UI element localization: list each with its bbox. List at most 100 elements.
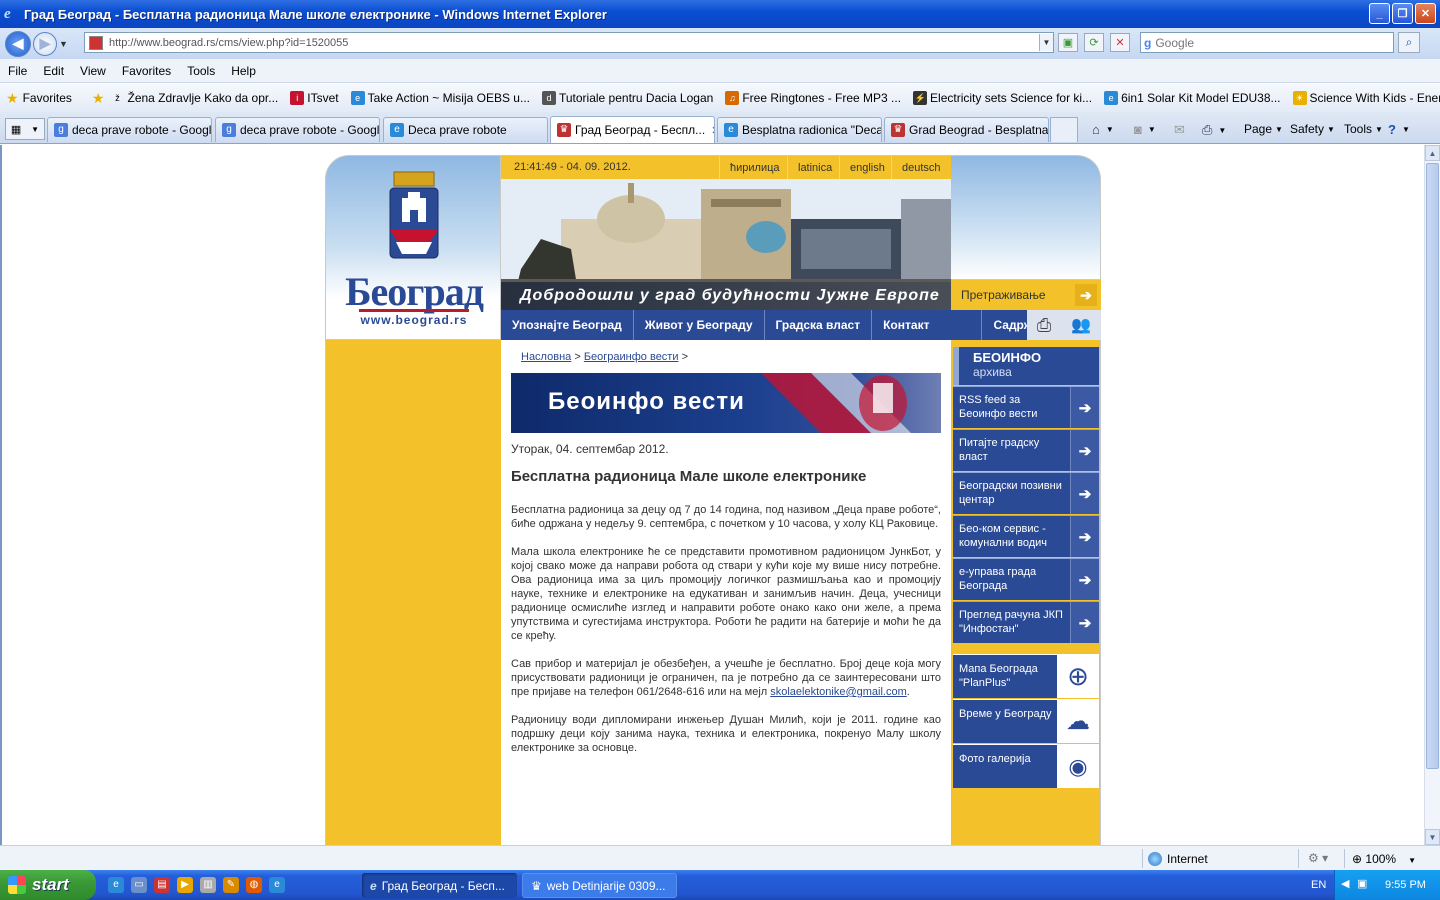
favorite-link[interactable]: ♫ Free Ringtones - Free MP3 ...	[725, 91, 901, 105]
quicklaunch-firefox-icon[interactable]: ◍	[246, 877, 262, 893]
address-input[interactable]	[109, 36, 1039, 49]
sidebar-item-infostan[interactable]: Преглед рачуна ЈКП "Инфостан" ➔	[953, 601, 1099, 643]
favorite-link[interactable]: e Take Action ~ Misija OEBS u...	[350, 91, 530, 105]
favorite-link[interactable]: e 6in1 Solar Kit Model EDU38...	[1104, 91, 1281, 105]
itsvet-icon: i	[290, 91, 305, 105]
add-to-favorites-icon[interactable]: ★	[92, 90, 105, 107]
quicklaunch-tool-icon[interactable]: ✎	[223, 877, 239, 893]
quicklaunch-media-icon[interactable]: ▶	[177, 877, 193, 893]
recent-pages-dropdown[interactable]: ▼	[59, 39, 71, 49]
favorite-link[interactable]: ⚡ Electricity sets Science for ki...	[913, 91, 1092, 105]
tray-icon[interactable]: ◀	[1341, 877, 1349, 890]
protected-mode-icon[interactable]: ⚙ ▾	[1308, 851, 1328, 865]
nav-kontakt[interactable]: Контакт	[872, 310, 983, 340]
favorite-link[interactable]: d Tutoriale pentru Dacia Logan	[541, 91, 713, 105]
beoinfo-archive-header[interactable]: БЕОИНФО архива	[953, 347, 1099, 385]
lang-english[interactable]: english	[839, 156, 895, 180]
language-indicator[interactable]: EN	[1311, 879, 1326, 891]
quick-tabs-button[interactable]: ▦ ▼	[5, 118, 45, 140]
read-mail-button[interactable]: ✉	[1174, 122, 1188, 138]
nav-gradska-vlast[interactable]: Градска власт	[765, 310, 873, 340]
sidebar-item-foto-galerija[interactable]: Фото галерија ◉	[953, 744, 1099, 788]
site-search-link[interactable]: Претраживање ➔	[951, 280, 1101, 310]
users-icon[interactable]: 👥	[1071, 315, 1091, 335]
address-dropdown-icon[interactable]: ▼	[1039, 34, 1053, 51]
site-logo-area[interactable]: Београд www.beograd.rs	[325, 155, 501, 340]
quicklaunch-app-icon[interactable]: ▤	[154, 877, 170, 893]
printer-icon[interactable]: ⎙	[1037, 315, 1051, 336]
new-tab-button[interactable]	[1050, 117, 1078, 142]
tab-grad-beograd-active[interactable]: ♛Град Београд - Беспл...✕	[550, 116, 715, 143]
menu-tools[interactable]: Tools	[179, 64, 223, 78]
forward-button[interactable]: ▶	[33, 31, 57, 56]
help-menu-button[interactable]: ? ▼	[1388, 122, 1410, 137]
page-menu-button[interactable]: Page ▼	[1244, 122, 1283, 136]
favorite-link[interactable]: i ITsvet	[290, 91, 339, 105]
minimize-button[interactable]: _	[1369, 3, 1390, 24]
search-go-icon[interactable]: ⌕	[1398, 32, 1420, 53]
favorites-star-icon[interactable]: ★	[6, 90, 19, 107]
sidebar-item-pitajte[interactable]: Питајте градску власт ➔	[953, 429, 1099, 471]
taskbar-detinjarije-window[interactable]: ♛ web Detinjarije 0309...	[522, 873, 677, 898]
compatibility-view-icon[interactable]: ▣	[1058, 33, 1078, 52]
sidebar-item-pozivni-centar[interactable]: Београдски позивни центар ➔	[953, 472, 1099, 514]
breadcrumb-home-link[interactable]: Насловна	[521, 351, 571, 363]
scroll-up-icon[interactable]: ▲	[1425, 145, 1440, 161]
lang-latinica[interactable]: latinica	[787, 156, 842, 180]
quicklaunch-ie-icon[interactable]: e	[108, 877, 124, 893]
sidebar-item-mapa[interactable]: Мапа Београда "PlanPlus" ⊕	[953, 654, 1099, 698]
home-button[interactable]: ⌂ ▼	[1092, 122, 1114, 137]
quicklaunch-desktop-icon[interactable]: ▭	[131, 877, 147, 893]
tab-google-2[interactable]: g deca prave robote - Googl...	[215, 117, 380, 142]
menu-edit[interactable]: Edit	[35, 64, 72, 78]
lang-deutsch[interactable]: deutsch	[891, 156, 951, 180]
quicklaunch-ie2-icon[interactable]: e	[269, 877, 285, 893]
scroll-down-icon[interactable]: ▼	[1425, 829, 1440, 845]
menu-file[interactable]: File	[0, 64, 35, 78]
zoom-level[interactable]: ⊕ 100% ▼	[1352, 852, 1416, 866]
quicklaunch-doc-icon[interactable]: ▥	[200, 877, 216, 893]
vertical-scrollbar[interactable]: ▲ ▼	[1424, 145, 1440, 845]
menu-help[interactable]: Help	[223, 64, 264, 78]
address-bar[interactable]: ▼	[84, 32, 1054, 53]
sidebar-item-vreme[interactable]: Време у Београду ☁	[953, 699, 1099, 743]
tools-menu-button[interactable]: Tools ▼	[1344, 122, 1383, 136]
tab-grad-beograd-latin[interactable]: ♛ Grad Beograd - Besplatna ...	[884, 117, 1049, 142]
window-titlebar[interactable]: e Град Београд - Бесплатна радионица Мал…	[0, 0, 1440, 28]
sidebar-item-e-uprava[interactable]: е-управа града Београда ➔	[953, 558, 1099, 600]
email-link[interactable]: skolaelektonike@gmail.com	[770, 686, 907, 698]
security-zone[interactable]: Internet	[1148, 852, 1208, 866]
close-tab-icon[interactable]: ✕	[711, 124, 714, 137]
back-button[interactable]: ◀	[5, 30, 31, 57]
search-input[interactable]	[1155, 35, 1376, 50]
feeds-button[interactable]: ◙ ▼	[1134, 122, 1156, 137]
breadcrumb-section-link[interactable]: Београинфо вести	[584, 351, 679, 363]
tab-google-1[interactable]: g deca prave robote - Googl...	[47, 117, 212, 142]
safety-menu-button[interactable]: Safety ▼	[1290, 122, 1335, 136]
favorite-link[interactable]: ☀Science With Kids - Energy ...	[1292, 91, 1440, 105]
breadcrumb-separator: >	[574, 351, 581, 363]
close-window-button[interactable]: ✕	[1415, 3, 1436, 24]
restore-button[interactable]: ❐	[1392, 3, 1413, 24]
taskbar-ie-window[interactable]: e Град Београд - Бесп...	[362, 873, 517, 898]
sidebar-item-rss[interactable]: RSS feed за Беоинфо вести ➔	[953, 386, 1099, 428]
menu-view[interactable]: View	[72, 64, 114, 78]
refresh-icon[interactable]: ⟳	[1084, 33, 1104, 52]
tab-besplatna-radionica[interactable]: e Besplatna radionica "Deca ...	[717, 117, 882, 142]
nav-zivot-u-beogradu[interactable]: Живот у Београду	[634, 310, 765, 340]
menu-favorites[interactable]: Favorites	[114, 64, 179, 78]
lang-cyrillic[interactable]: ћирилица	[719, 156, 790, 180]
network-icon[interactable]: ▣	[1357, 877, 1367, 890]
nav-upoznajte-beograd[interactable]: Упознајте Београд	[501, 310, 634, 340]
favorite-link[interactable]: ž Žena Zdravlje Kako da opr...	[110, 91, 278, 105]
print-button[interactable]: ⎙ ▼	[1202, 122, 1226, 138]
favorites-button[interactable]: Favorites	[23, 91, 72, 105]
clock[interactable]: 9:55 PM	[1385, 879, 1426, 891]
scroll-thumb[interactable]	[1426, 163, 1439, 769]
tab-deca-prave-robote[interactable]: e Deca prave robote	[383, 117, 548, 142]
search-box[interactable]: g	[1140, 32, 1394, 53]
start-button[interactable]: start	[0, 870, 96, 900]
sidebar-item-beokom[interactable]: Бео-ком сервис - комунални водич ➔	[953, 515, 1099, 557]
stop-icon[interactable]: ✕	[1110, 33, 1130, 52]
arrow-right-icon[interactable]: ➔	[1075, 284, 1097, 306]
